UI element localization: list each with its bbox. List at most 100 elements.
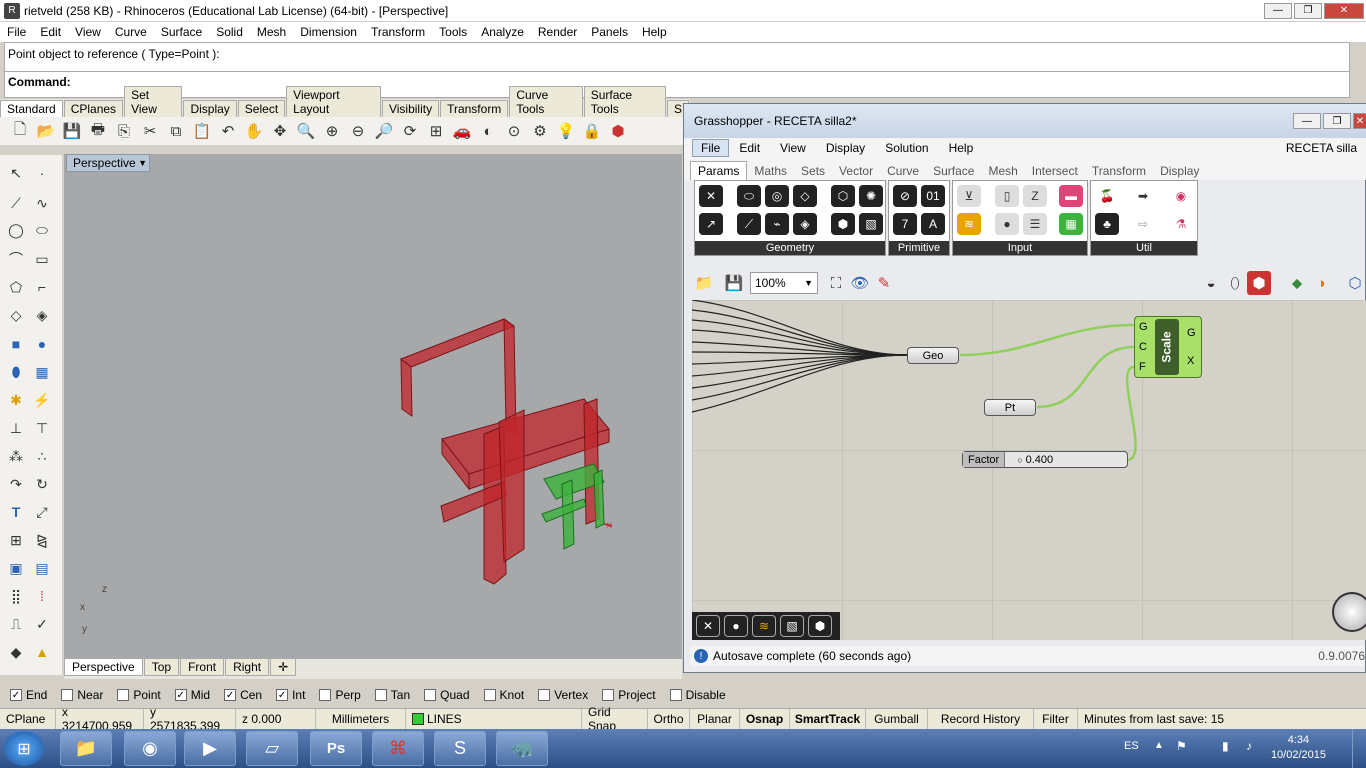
checkbox-icon[interactable] bbox=[374, 689, 387, 701]
mesh-icon[interactable]: ▦ bbox=[30, 360, 54, 384]
tab-transform[interactable]: Transform bbox=[440, 100, 509, 117]
gumball-toggle[interactable]: Gumball bbox=[866, 709, 928, 729]
tray-flag-icon[interactable]: ⚑ bbox=[1176, 739, 1187, 753]
record-history-toggle[interactable]: Record History bbox=[928, 709, 1034, 729]
curve-icon[interactable]: ∿ bbox=[30, 191, 54, 215]
checkbox-checked-icon[interactable]: ✓ bbox=[224, 689, 237, 701]
planar-toggle[interactable]: Planar bbox=[690, 709, 740, 729]
gh-input-icon[interactable]: ☰ bbox=[1023, 213, 1047, 235]
gh-input-icon[interactable]: ▦ bbox=[1059, 213, 1083, 235]
checkbox-icon[interactable] bbox=[319, 689, 332, 701]
tray-volume-icon[interactable]: ♪ bbox=[1246, 739, 1252, 753]
checkbox-icon[interactable] bbox=[483, 689, 496, 701]
rectangle-icon[interactable]: ▭ bbox=[30, 247, 54, 271]
osnap-int[interactable]: ✓ Int bbox=[276, 688, 305, 702]
gh-menu-file[interactable]: File bbox=[692, 139, 730, 157]
gh-tab-transform[interactable]: Transform bbox=[1085, 162, 1153, 180]
layout-icon[interactable]: ▤ bbox=[30, 556, 54, 580]
tree-icon[interactable]: ♣ bbox=[1095, 213, 1119, 235]
explorer-taskbar-icon[interactable]: 📁 bbox=[60, 731, 112, 766]
gh-param-icon[interactable]: ✺ bbox=[859, 185, 883, 207]
gh-param-icon[interactable]: ✕ bbox=[699, 185, 723, 207]
zoom-window-icon[interactable]: ⊕ bbox=[320, 119, 344, 143]
lock-icon[interactable]: 🔒 bbox=[580, 119, 604, 143]
rotate-tool-icon[interactable]: ↻ bbox=[30, 472, 54, 496]
gh-param-icon[interactable]: ◎ bbox=[765, 185, 789, 207]
gh-cancel-icon[interactable]: ✕ bbox=[696, 615, 720, 637]
osnap-project[interactable]: Project bbox=[602, 688, 656, 702]
tab-curve-tools[interactable]: Curve Tools bbox=[509, 86, 583, 117]
menu-render[interactable]: Render bbox=[531, 25, 584, 39]
perspective-viewport[interactable]: × z x y bbox=[64, 154, 682, 659]
scale-input-g[interactable]: G bbox=[1139, 321, 1148, 333]
paste-icon[interactable]: 📋 bbox=[190, 119, 214, 143]
media-player-taskbar-icon[interactable]: ▶ bbox=[184, 731, 236, 766]
zoom-icon[interactable]: 🔍 bbox=[294, 119, 318, 143]
trim-icon[interactable]: ⊥ bbox=[4, 416, 28, 440]
osnap-disable[interactable]: Disable bbox=[669, 688, 726, 702]
arrow-right-icon[interactable]: ➡ bbox=[1131, 185, 1155, 207]
gh-tab-curve[interactable]: Curve bbox=[880, 162, 926, 180]
menu-edit[interactable]: Edit bbox=[33, 25, 68, 39]
grid-snap-toggle[interactable]: Grid Snap bbox=[582, 705, 648, 733]
menu-transform[interactable]: Transform bbox=[364, 25, 432, 39]
photoshop-taskbar-icon[interactable]: Ps bbox=[310, 731, 362, 766]
gh-param-icon[interactable]: ◇ bbox=[793, 185, 817, 207]
gh-menu-view[interactable]: View bbox=[770, 141, 816, 155]
tab-set-view[interactable]: Set View bbox=[124, 86, 183, 117]
checkbox-checked-icon[interactable]: ✓ bbox=[174, 689, 187, 701]
chrome-taskbar-icon[interactable]: ◉ bbox=[124, 731, 176, 766]
tab-top[interactable]: Top bbox=[143, 659, 180, 676]
gh-sphere-icon[interactable]: ● bbox=[724, 615, 748, 637]
gh-tab-mesh[interactable]: Mesh bbox=[981, 162, 1024, 180]
skype-taskbar-icon[interactable]: S bbox=[434, 731, 486, 766]
material-icon[interactable]: ◑ bbox=[1309, 271, 1333, 295]
array-icon[interactable]: ⊞ bbox=[4, 528, 28, 552]
cylinder-icon[interactable]: ⬮ bbox=[4, 360, 28, 384]
gh-input-icon[interactable]: ● bbox=[995, 213, 1019, 235]
ellipse-icon[interactable]: ⬭ bbox=[30, 218, 54, 242]
gh-tab-display[interactable]: Display bbox=[1153, 162, 1206, 180]
gh-sketch-icon[interactable]: ▧ bbox=[780, 615, 804, 637]
menu-file[interactable]: File bbox=[0, 25, 33, 39]
tab-cplanes[interactable]: CPlanes bbox=[63, 100, 124, 117]
start-button[interactable]: ⊞ bbox=[4, 731, 44, 766]
checkbox-checked-icon[interactable]: ✓ bbox=[276, 689, 289, 701]
text-icon[interactable]: T bbox=[4, 500, 28, 524]
gh-cluster-icon[interactable]: ⬢ bbox=[808, 615, 832, 637]
checkbox-icon[interactable] bbox=[538, 689, 551, 701]
chevron-down-icon[interactable]: ▼ bbox=[138, 158, 147, 168]
gh-close-button[interactable]: ✕ bbox=[1353, 113, 1366, 129]
gh-menu-edit[interactable]: Edit bbox=[729, 141, 770, 155]
menu-help[interactable]: Help bbox=[635, 25, 674, 39]
osnap-quad[interactable]: Quad bbox=[424, 688, 470, 702]
tray-network-icon[interactable]: ▮ bbox=[1222, 739, 1229, 753]
menu-tools[interactable]: Tools bbox=[432, 25, 474, 39]
menu-solid[interactable]: Solid bbox=[209, 25, 250, 39]
tab-display[interactable]: Display bbox=[183, 100, 237, 117]
rotate-view-icon[interactable]: ⟳ bbox=[398, 119, 422, 143]
move-tool-icon[interactable]: ↷ bbox=[4, 472, 28, 496]
scale-input-f[interactable]: F bbox=[1139, 361, 1146, 373]
box-icon[interactable]: ■ bbox=[4, 332, 28, 356]
system-clock[interactable]: 4:34 10/02/2015 bbox=[1271, 733, 1326, 763]
tab-front[interactable]: Front bbox=[180, 659, 225, 676]
rhino-taskbar-icon[interactable]: 🦏 bbox=[496, 731, 548, 766]
gh-param-icon[interactable]: ⟋ bbox=[737, 213, 761, 235]
analyze-icon[interactable]: ⎍ bbox=[4, 612, 28, 636]
osnap-end[interactable]: ✓ End bbox=[10, 688, 47, 702]
status-units[interactable]: Millimeters bbox=[316, 709, 406, 729]
surface-icon[interactable]: ◇ bbox=[4, 303, 28, 327]
gh-input-icon[interactable]: ▬ bbox=[1059, 185, 1083, 207]
zoom-select[interactable]: 100% ▼ bbox=[750, 272, 818, 294]
menu-dimension[interactable]: Dimension bbox=[293, 25, 364, 39]
checkbox-icon[interactable] bbox=[602, 689, 615, 701]
loft-icon[interactable]: ◈ bbox=[30, 303, 54, 327]
menu-mesh[interactable]: Mesh bbox=[250, 25, 293, 39]
save-file-icon[interactable]: 💾 bbox=[722, 271, 746, 295]
status-layer[interactable]: LINES bbox=[406, 709, 582, 729]
render-tool-icon[interactable]: ◆ bbox=[4, 640, 28, 664]
history-icon[interactable]: ⁞ bbox=[30, 584, 54, 608]
gh-tab-sets[interactable]: Sets bbox=[794, 162, 832, 180]
arrow-outline-icon[interactable]: ⇨ bbox=[1131, 213, 1155, 235]
